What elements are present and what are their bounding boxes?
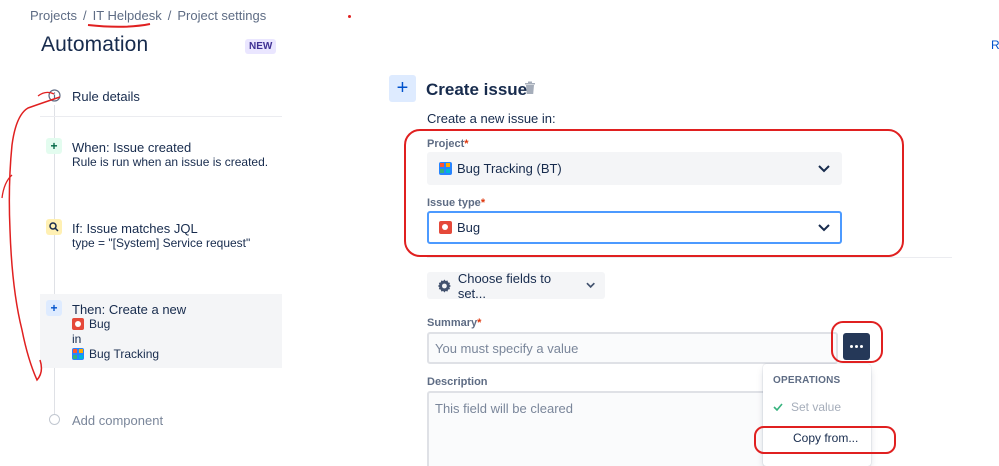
breadcrumb-separator: / <box>82 8 87 23</box>
rule-details-label: Rule details <box>72 89 140 104</box>
description-label: Description <box>427 376 488 388</box>
issue-type-select-value: Bug <box>457 220 481 235</box>
action-title: Then: Create a new <box>72 302 187 317</box>
project-select[interactable]: Bug Tracking (BT) <box>427 152 842 185</box>
more-options-button[interactable] <box>843 333 870 360</box>
action-issue-type: Bug <box>89 317 111 331</box>
summary-label: Summary* <box>427 317 482 329</box>
form-intro: Create a new issue in: <box>427 111 556 126</box>
chevron-down-icon <box>586 282 595 289</box>
add-component-item[interactable]: Add component <box>40 413 282 428</box>
trigger-title: When: Issue created <box>72 140 192 155</box>
bug-icon <box>439 221 452 234</box>
divider <box>40 116 282 117</box>
breadcrumb-separator: / <box>167 8 172 23</box>
truncated-link[interactable]: R <box>991 38 999 52</box>
breadcrumb-it-helpdesk[interactable]: IT Helpdesk <box>93 8 162 23</box>
form-title: Create issue <box>426 80 528 99</box>
action-in: in <box>72 332 82 346</box>
section-divider <box>427 257 952 258</box>
more-icon <box>855 345 858 348</box>
rule-details-item[interactable]: Rule details <box>40 89 282 104</box>
menu-item-set-value-label: Set value <box>791 400 842 414</box>
operations-heading: OPERATIONS <box>773 375 841 386</box>
page-title: Automation <box>41 33 149 56</box>
summary-input[interactable]: You must specify a value <box>427 332 838 364</box>
add-component-label: Add component <box>72 413 164 428</box>
description-placeholder: This field will be cleared <box>435 401 574 416</box>
more-icon <box>850 345 853 348</box>
chevron-down-icon <box>818 164 830 172</box>
breadcrumb: Projects / IT Helpdesk / Project setting… <box>30 8 266 23</box>
condition-title: If: Issue matches JQL <box>72 221 198 236</box>
action-project: Bug Tracking <box>89 347 160 361</box>
condition-step[interactable]: If: Issue matches JQL type = "[System] S… <box>40 221 282 251</box>
new-badge: NEW <box>245 39 277 54</box>
summary-placeholder: You must specify a value <box>435 340 579 356</box>
gear-icon <box>437 279 451 292</box>
project-icon <box>439 162 452 175</box>
choose-fields-label: Choose fields to set... <box>457 270 552 301</box>
choose-fields-button[interactable]: Choose fields to set... <box>427 270 605 301</box>
trash-icon[interactable] <box>524 81 536 95</box>
add-action-button[interactable]: + <box>389 75 416 102</box>
bug-icon <box>72 318 84 330</box>
plus-icon: + <box>396 77 409 99</box>
condition-desc: type = "[System] Service request" <box>72 236 251 250</box>
check-icon <box>773 403 783 411</box>
trigger-step[interactable]: When: Issue created Rule is run when an … <box>40 140 282 170</box>
project-label: Project* <box>427 138 469 150</box>
breadcrumb-projects[interactable]: Projects <box>30 8 77 23</box>
action-step[interactable]: Then: Create a new Bug in Bug Tracking <box>40 302 282 362</box>
menu-item-copy-from-label: Copy from... <box>793 431 859 445</box>
chevron-down-icon <box>818 223 830 231</box>
project-select-value: Bug Tracking (BT) <box>457 161 562 176</box>
project-icon <box>72 348 84 360</box>
menu-item-set-value[interactable]: Set value <box>763 393 871 421</box>
more-icon <box>860 345 863 348</box>
operations-menu: OPERATIONS Set value Copy from... <box>763 364 871 466</box>
breadcrumb-project-settings[interactable]: Project settings <box>177 8 266 23</box>
trigger-desc: Rule is run when an issue is created. <box>72 155 269 169</box>
issue-type-label: Issue type* <box>427 197 486 209</box>
annotation-dot <box>348 15 351 18</box>
issue-type-select[interactable]: Bug <box>427 211 842 244</box>
menu-item-copy-from[interactable]: Copy from... <box>763 424 871 452</box>
